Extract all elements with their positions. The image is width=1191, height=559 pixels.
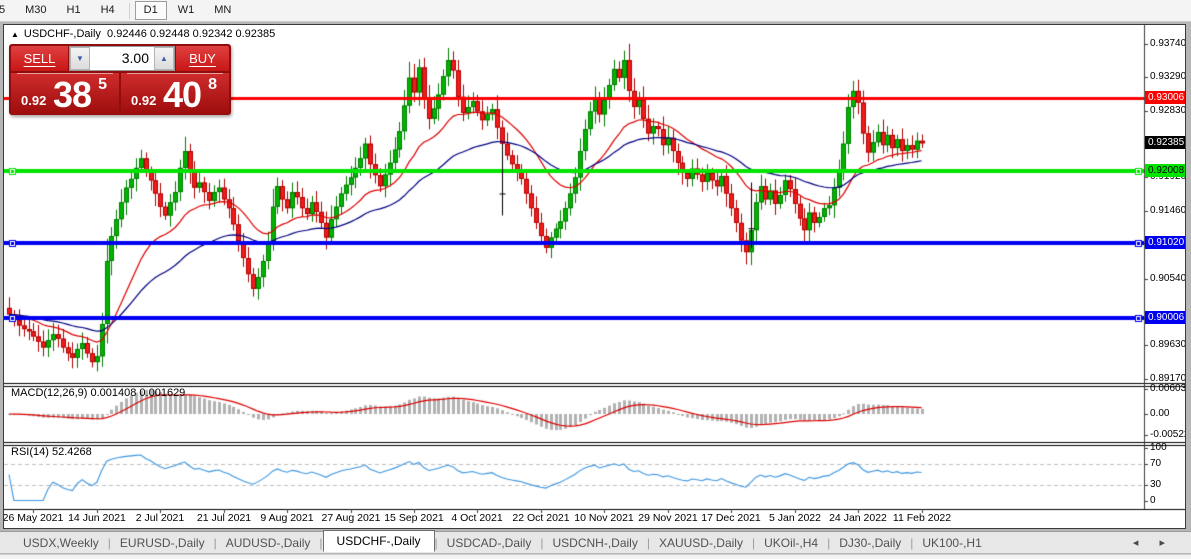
buy-price-sup: 8 bbox=[208, 76, 217, 93]
chart-tab-bar: USDX,Weekly | EURUSD-,Daily | AUDUSD-,Daily |… bbox=[0, 530, 1191, 553]
date-axis-label: 9 Aug 2021 bbox=[260, 512, 314, 524]
timeframe-button-m30[interactable]: M30 bbox=[16, 1, 55, 20]
chart-tab-usdx-weekly[interactable]: USDX,Weekly bbox=[14, 534, 108, 552]
price-axis-marker: 0.92385 bbox=[1145, 136, 1185, 149]
timeframe-button-d1[interactable]: D1 bbox=[134, 1, 167, 20]
date-axis-label: 5 Jan 2022 bbox=[769, 512, 821, 524]
macd-title: MACD(12,26,9) bbox=[11, 387, 88, 399]
chart-tab-uk100-h1[interactable]: UK100-,H1 bbox=[913, 534, 990, 552]
rsi-label: RSI(14) 52.4268 bbox=[11, 446, 92, 458]
date-axis-label: 17 Dec 2021 bbox=[701, 512, 761, 524]
macd-axis-tick: 0.00 bbox=[1150, 408, 1170, 419]
timeframe-button-w1[interactable]: W1 bbox=[169, 1, 204, 20]
date-axis-label: 22 Oct 2021 bbox=[512, 512, 570, 524]
timeframe-button-h4[interactable]: H4 bbox=[92, 1, 124, 20]
volume-increase-button[interactable]: ▲ bbox=[154, 47, 174, 70]
sell-price-prefix: 0.92 bbox=[21, 93, 47, 108]
date-axis-label: 26 May 2021 bbox=[3, 512, 64, 524]
date-axis-label: 21 Jul 2021 bbox=[196, 512, 252, 524]
price-axis-tick: 0.92830 bbox=[1150, 105, 1186, 116]
chart-header: ▲ USDCHF-,Daily 0.92446 0.92448 0.92342 0… bbox=[11, 28, 275, 40]
mt4-workspace: { "toolbar": { "timeframes": ["5", "M30"… bbox=[0, 0, 1191, 559]
status-bar-edge bbox=[0, 554, 1191, 559]
date-axis-label: 29 Nov 2021 bbox=[638, 512, 698, 524]
chart-tab-usdcnh-daily[interactable]: USDCNH-,Daily bbox=[543, 534, 646, 552]
price-axis-tick: 0.90540 bbox=[1150, 273, 1186, 284]
rsi-axis-tick: 30 bbox=[1150, 479, 1162, 490]
chart-tab-xauusd-daily[interactable]: XAUUSD-,Daily bbox=[650, 534, 752, 552]
buy-price-big: 40 bbox=[163, 74, 202, 115]
chart-tab-eurusd-daily[interactable]: EURUSD-,Daily bbox=[111, 534, 214, 552]
tab-scroll-right-icon[interactable]: ▸ bbox=[1159, 537, 1165, 549]
chart-tab-usdchf-daily[interactable]: USDCHF-,Daily bbox=[322, 530, 435, 552]
chart-symbol-title: USDCHF-,Daily bbox=[23, 28, 101, 40]
timeframe-button-h1[interactable]: H1 bbox=[58, 1, 90, 20]
macd-axis-tick: -0.00522 bbox=[1150, 429, 1186, 440]
date-axis-label: 15 Sep 2021 bbox=[384, 512, 444, 524]
chart-window: ▲ USDCHF-,Daily 0.92446 0.92448 0.92342 0… bbox=[3, 24, 1186, 529]
rsi-title: RSI(14) bbox=[11, 446, 49, 458]
toolbar-separator bbox=[128, 2, 130, 19]
price-axis-marker: 0.90006 bbox=[1145, 311, 1185, 324]
date-axis-label: 2 Jul 2021 bbox=[135, 512, 185, 524]
one-click-trade-panel: SELL ▼ 3.00 ▲ BUY 0.92 38 5 0.92 40 8 bbox=[9, 44, 231, 115]
buy-price-box[interactable]: 0.92 40 8 bbox=[121, 73, 229, 115]
buy-price-prefix: 0.92 bbox=[131, 93, 157, 108]
chart-tab-audusd-daily[interactable]: AUDUSD-,Daily bbox=[217, 534, 320, 552]
chart-ohlc-values: 0.92446 0.92448 0.92342 0.92385 bbox=[107, 28, 276, 40]
volume-input[interactable]: 3.00 bbox=[90, 47, 154, 70]
price-axis-marker: 0.92008 bbox=[1145, 164, 1185, 177]
volume-spinner: ▼ 3.00 ▲ bbox=[69, 46, 175, 71]
rsi-axis-tick: 0 bbox=[1150, 495, 1156, 506]
price-axis-tick: 0.93740 bbox=[1150, 38, 1186, 49]
macd-axis-tick: 0.006038 bbox=[1150, 383, 1186, 394]
date-axis-label: 14 Jun 2021 bbox=[68, 512, 126, 524]
price-axis-marker: 0.93006 bbox=[1145, 91, 1185, 104]
tab-scroll-arrows: ◂ ▸ bbox=[1115, 536, 1165, 549]
date-axis-label: 24 Jan 2022 bbox=[829, 512, 887, 524]
price-axis-tick: 0.89630 bbox=[1150, 339, 1186, 350]
sell-price-sup: 5 bbox=[98, 76, 107, 93]
buy-button[interactable]: BUY bbox=[176, 46, 229, 71]
volume-decrease-button[interactable]: ▼ bbox=[70, 47, 90, 70]
date-axis-label: 4 Oct 2021 bbox=[451, 512, 503, 524]
timeframe-button-5[interactable]: 5 bbox=[0, 1, 14, 20]
macd-label: MACD(12,26,9) 0.001408 0.001629 bbox=[11, 387, 185, 399]
price-axis-tick: 0.91460 bbox=[1150, 205, 1186, 216]
timeframe-button-mn[interactable]: MN bbox=[205, 1, 240, 20]
rsi-axis-tick: 100 bbox=[1150, 442, 1167, 453]
sell-price-big: 38 bbox=[53, 74, 92, 115]
collapse-panel-icon[interactable]: ▲ bbox=[11, 30, 19, 39]
rsi-axis-tick: 70 bbox=[1150, 458, 1162, 469]
price-axis-marker: 0.91020 bbox=[1145, 236, 1185, 249]
date-axis-label: 27 Aug 2021 bbox=[321, 512, 381, 524]
sell-button[interactable]: SELL bbox=[11, 46, 68, 71]
rsi-value: 52.4268 bbox=[51, 446, 92, 458]
macd-values: 0.001408 0.001629 bbox=[90, 387, 186, 399]
tab-scroll-left-icon[interactable]: ◂ bbox=[1133, 537, 1139, 549]
chart-tab-usdcad-daily[interactable]: USDCAD-,Daily bbox=[438, 534, 541, 552]
chart-tab-dj30-daily[interactable]: DJ30-,Daily bbox=[830, 534, 910, 552]
timeframe-toolbar: 5 M30 H1 H4 D1 W1 MN bbox=[0, 0, 1191, 22]
date-axis-label: 10 Nov 2021 bbox=[574, 512, 634, 524]
price-axis-tick: 0.93290 bbox=[1150, 71, 1186, 82]
chart-tab-ukoil-h4[interactable]: UKOil-,H4 bbox=[755, 534, 827, 552]
date-axis-label: 11 Feb 2022 bbox=[892, 512, 952, 524]
sell-price-box[interactable]: 0.92 38 5 bbox=[11, 73, 119, 115]
